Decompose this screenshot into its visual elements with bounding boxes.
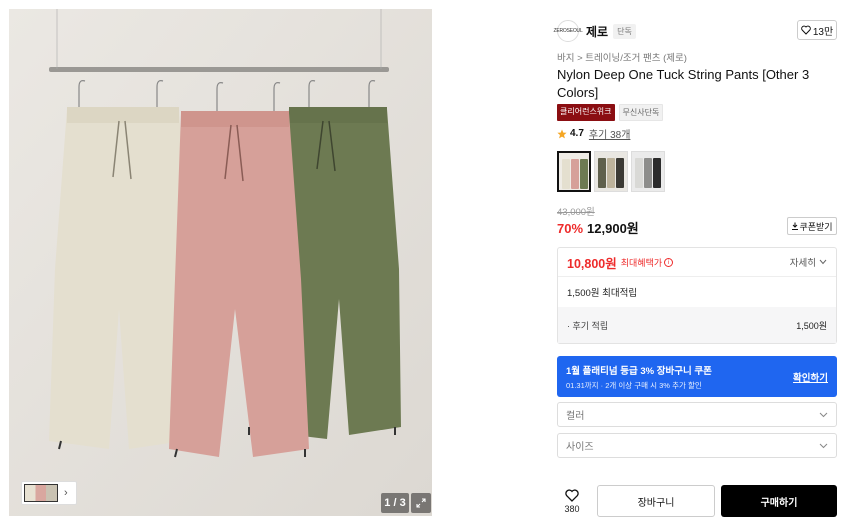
review-points-value: 1,500원 [796,320,827,331]
promo-confirm-link[interactable]: 확인하기 [793,370,828,384]
cart-button[interactable]: 장바구니 [597,485,715,517]
brand-row[interactable]: ZEROSEOUL 제로 단독 [553,20,837,42]
review-count-link[interactable]: 후기 38개 [589,126,631,141]
purchase-bar: 380 장바구니 구매하기 [557,484,837,518]
promo-banner[interactable]: 1월 플래티넘 등급 3% 장바구니 쿠폰 01.31까지 · 2개 이상 구매… [557,356,837,397]
max-points: 1,500원 최대적립 [567,288,638,299]
buy-button[interactable]: 구매하기 [721,485,837,517]
color-select[interactable]: 컬러 [557,402,837,427]
expand-icon[interactable] [411,493,431,513]
badge-row: 클리어런스위크 무신사단독 [557,104,664,121]
thumbnail-strip[interactable]: › [21,481,77,505]
size-select[interactable]: 사이즈 [557,433,837,458]
product-photo [9,9,432,516]
max-benefit-price: 10,800원 [567,256,617,271]
coupon-button[interactable]: 쿠폰받기 [787,217,837,235]
brand-logo[interactable]: ZEROSEOUL [553,20,583,42]
max-benefit-label: 최대혜택가 [620,257,663,268]
brand-exclusive-tag: 단독 [613,23,636,39]
star-icon [557,129,567,138]
original-price: 43,000원 [557,207,595,218]
chevron-down-icon [819,443,828,448]
rating-score: 4.7 [570,128,584,139]
like-count: 13만 [812,26,834,38]
review-points-label: · 후기 적립 [567,320,609,331]
benefit-box: 10,800원 최대혜택가 i 자세히 1,500원 최대적립 · 후기 적립 … [557,247,837,344]
breadcrumb[interactable]: 바지 > 트레이닝/조거 팬츠 (제로) [557,50,687,64]
download-icon [792,222,799,230]
heart-icon [801,25,811,35]
promo-title: 1월 플래티넘 등급 3% 장바구니 쿠폰 [566,366,712,377]
like-button[interactable]: 13만 [797,20,837,40]
discount-rate: 70% [557,221,584,236]
thumbnail-image[interactable] [24,484,58,502]
swatch-khaki[interactable] [594,151,628,192]
swatch-beige[interactable] [557,151,591,192]
swatch-gray[interactable] [631,151,665,192]
detail-toggle[interactable]: 자세히 [790,255,827,269]
product-gallery[interactable]: › 1 / 3 [9,9,432,516]
rating-row: 4.7 후기 38개 [557,126,630,141]
review-points-row: · 후기 적립 1,500원 [558,307,836,343]
image-counter: 1 / 3 [381,493,409,513]
exclusive-badge: 무신사단독 [618,104,664,121]
price-row: 70% 12,900원 [557,218,639,237]
promo-subtitle: 01.31까지 · 2개 이상 구매 시 3% 추가 할인 [566,381,702,390]
wishlist-button[interactable]: 380 [557,488,587,514]
wishlist-count: 380 [564,503,580,514]
brand-name[interactable]: 제로 [586,23,608,40]
chevron-down-icon [819,259,827,265]
heart-icon [565,488,579,502]
sale-price: 12,900원 [587,221,639,236]
max-benefit-row[interactable]: 10,800원 최대혜택가 i 자세히 [558,248,836,277]
info-icon[interactable]: i [664,257,674,267]
chevron-down-icon [819,412,828,417]
clearance-badge: 클리어런스위크 [557,104,615,121]
product-title: Nylon Deep One Tuck String Pants [Other … [557,67,810,100]
color-swatches [557,151,665,192]
chevron-right-icon[interactable]: › [64,487,68,499]
